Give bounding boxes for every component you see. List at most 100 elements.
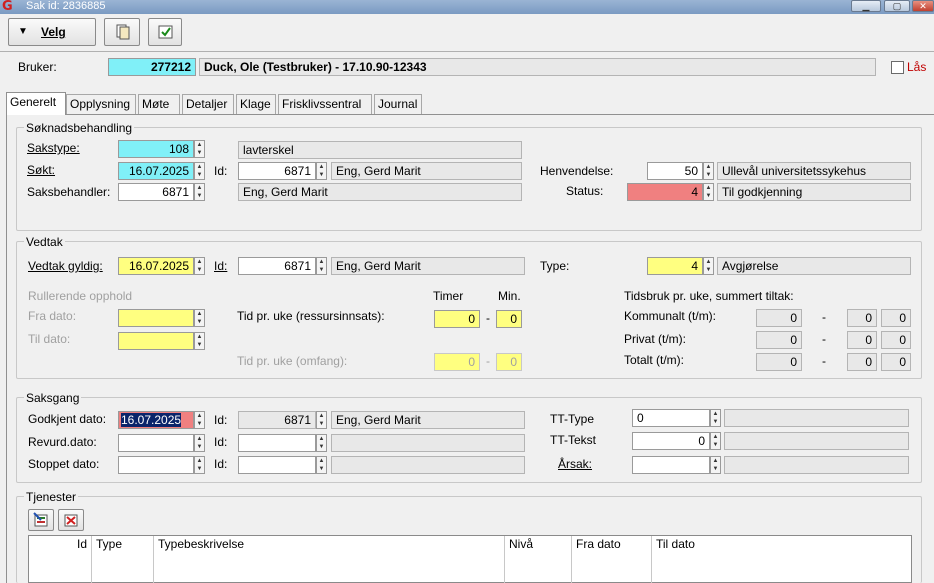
column-header-typebeskrivelse[interactable]: Typebeskrivelse	[154, 536, 505, 583]
ressurs-label: Tid pr. uke (ressursinnsats):	[237, 309, 385, 323]
revurd-id-label: Id:	[214, 435, 228, 449]
arsak-field[interactable]	[632, 456, 710, 474]
revurd-label: Revurd.dato:	[28, 435, 97, 449]
timer-label: Timer	[433, 289, 464, 303]
saksgang-title: Saksgang	[24, 391, 82, 405]
column-header-fra-dato[interactable]: Fra dato	[572, 536, 652, 583]
approve-button[interactable]	[148, 18, 182, 46]
column-header-niva[interactable]: Nivå	[505, 536, 572, 583]
godkjent-date-spinner[interactable]: ▲ ▼	[194, 411, 205, 429]
sakstype-label: Sakstype:	[27, 141, 80, 155]
user-label: Bruker:	[18, 60, 57, 74]
omfang-timer-field[interactable]: 0	[434, 353, 480, 371]
sokt-date-spinner[interactable]: ▲ ▼	[194, 162, 205, 180]
vedtak-type-text: Avgjørelse	[717, 257, 911, 275]
privat-dash: -	[822, 332, 826, 346]
vedtak-type-spinner[interactable]: ▲ ▼	[703, 257, 714, 275]
vedtak-type-field[interactable]: 4	[647, 257, 703, 275]
stoppet-id-spinner[interactable]: ▲ ▼	[316, 456, 327, 474]
add-service-button[interactable]	[28, 509, 54, 531]
arsak-spinner[interactable]: ▲ ▼	[710, 456, 721, 474]
delete-service-button[interactable]	[58, 509, 84, 531]
tt-tekst-spinner[interactable]: ▲ ▼	[710, 432, 721, 450]
totalt-dash: -	[822, 354, 826, 368]
godkjent-id-spinner[interactable]: ▲ ▼	[316, 411, 327, 429]
vedtak-id-field[interactable]: 6871	[238, 257, 316, 275]
app-logo: G	[2, 0, 13, 14]
tidsbruk-label: Tidsbruk pr. uke, summert tiltak:	[624, 289, 794, 303]
tab-journal[interactable]: Journal	[374, 94, 422, 114]
tt-type-field[interactable]: 0	[632, 409, 710, 427]
column-header-id[interactable]: Id	[29, 536, 92, 583]
privat-min-1: 0	[847, 331, 877, 349]
ressurs-timer-field[interactable]: 0	[434, 310, 480, 328]
column-header-til-dato[interactable]: Til dato	[652, 536, 911, 583]
ressurs-min-field[interactable]: 0	[496, 310, 522, 328]
tt-tekst-field[interactable]: 0	[632, 432, 710, 450]
status-spinner[interactable]: ▲ ▼	[703, 183, 714, 201]
omfang-min-field[interactable]: 0	[496, 353, 522, 371]
tjenester-table[interactable]: Id Type Typebeskrivelse Nivå Fra dato Ti…	[28, 535, 912, 583]
minimize-button[interactable]: ▁	[851, 0, 881, 12]
column-header-type[interactable]: Type	[92, 536, 154, 583]
add-service-icon	[33, 512, 48, 527]
lock-checkbox[interactable]	[891, 61, 904, 74]
vedtak-id-spinner[interactable]: ▲ ▼	[316, 257, 327, 275]
totalt-min-1: 0	[847, 353, 877, 371]
saksbehandler-spinner[interactable]: ▲ ▼	[194, 183, 205, 201]
tab-opplysning[interactable]: Opplysning	[66, 94, 136, 114]
saksbehandler-field[interactable]: 6871	[118, 183, 194, 201]
stoppet-date-field[interactable]	[118, 456, 194, 474]
godkjent-date-value: 16.07.2025	[121, 413, 182, 427]
sokt-id-spinner[interactable]: ▲ ▼	[316, 162, 327, 180]
fra-dato-spinner[interactable]: ▲ ▼	[194, 309, 205, 327]
fra-dato-field[interactable]	[118, 309, 194, 327]
toolbar-separator	[0, 51, 934, 52]
godkjent-name: Eng, Gerd Marit	[331, 411, 525, 429]
lock-label: Lås	[907, 60, 927, 74]
document-button[interactable]	[104, 18, 140, 46]
vedtak-gyldig-field[interactable]: 16.07.2025	[118, 257, 194, 275]
vedtak-name: Eng, Gerd Marit	[331, 257, 525, 275]
stoppet-id-field[interactable]	[238, 456, 316, 474]
velg-label: Velg	[41, 25, 66, 39]
kommunalt-min-1: 0	[847, 309, 877, 327]
saksbehandler-label: Saksbehandler:	[27, 185, 111, 199]
tab-generelt[interactable]: Generelt	[6, 92, 66, 115]
henvendelse-text: Ullevål universitetssykehus	[717, 162, 911, 180]
tt-type-spinner[interactable]: ▲ ▼	[710, 409, 721, 427]
rullerende-label: Rullerende opphold	[28, 289, 133, 303]
sakstype-spinner[interactable]: ▲ ▼	[194, 140, 205, 158]
revurd-date-spinner[interactable]: ▲ ▼	[194, 434, 205, 452]
tab-detaljer[interactable]: Detaljer	[182, 94, 234, 114]
sokt-date-field[interactable]: 16.07.2025	[118, 162, 194, 180]
tab-frisklivssentral[interactable]: Frisklivssentral	[278, 94, 372, 114]
user-id-field[interactable]: 277212	[108, 58, 196, 76]
status-label: Status:	[566, 184, 604, 198]
tjenester-title: Tjenester	[24, 490, 79, 504]
henvendelse-spinner[interactable]: ▲ ▼	[703, 162, 714, 180]
revurd-id-spinner[interactable]: ▲ ▼	[316, 434, 327, 452]
godkjent-id-field: 6871	[238, 411, 316, 429]
revurd-id-field[interactable]	[238, 434, 316, 452]
henvendelse-field[interactable]: 50	[647, 162, 703, 180]
sokt-name-field: Eng, Gerd Marit	[331, 162, 522, 180]
stoppet-date-spinner[interactable]: ▲ ▼	[194, 456, 205, 474]
privat-label: Privat (t/m):	[624, 332, 686, 346]
maximize-button[interactable]: ▢	[884, 0, 910, 12]
status-field[interactable]: 4	[627, 183, 703, 201]
totalt-min-2: 0	[881, 353, 911, 371]
til-dato-field[interactable]	[118, 332, 194, 350]
document-icon	[116, 24, 130, 40]
velg-button[interactable]: ▼ Velg	[8, 18, 96, 46]
close-button[interactable]: ✕	[912, 0, 934, 12]
sakstype-text: lavterskel	[238, 141, 522, 159]
tab-mote[interactable]: Møte	[138, 94, 180, 114]
tab-klage[interactable]: Klage	[236, 94, 276, 114]
til-dato-spinner[interactable]: ▲ ▼	[194, 332, 205, 350]
godkjent-date-field[interactable]: 16.07.2025	[118, 411, 194, 429]
revurd-date-field[interactable]	[118, 434, 194, 452]
vedtak-gyldig-spinner[interactable]: ▲ ▼	[194, 257, 205, 275]
sakstype-field[interactable]: 108	[118, 140, 194, 158]
sokt-id-field[interactable]: 6871	[238, 162, 316, 180]
